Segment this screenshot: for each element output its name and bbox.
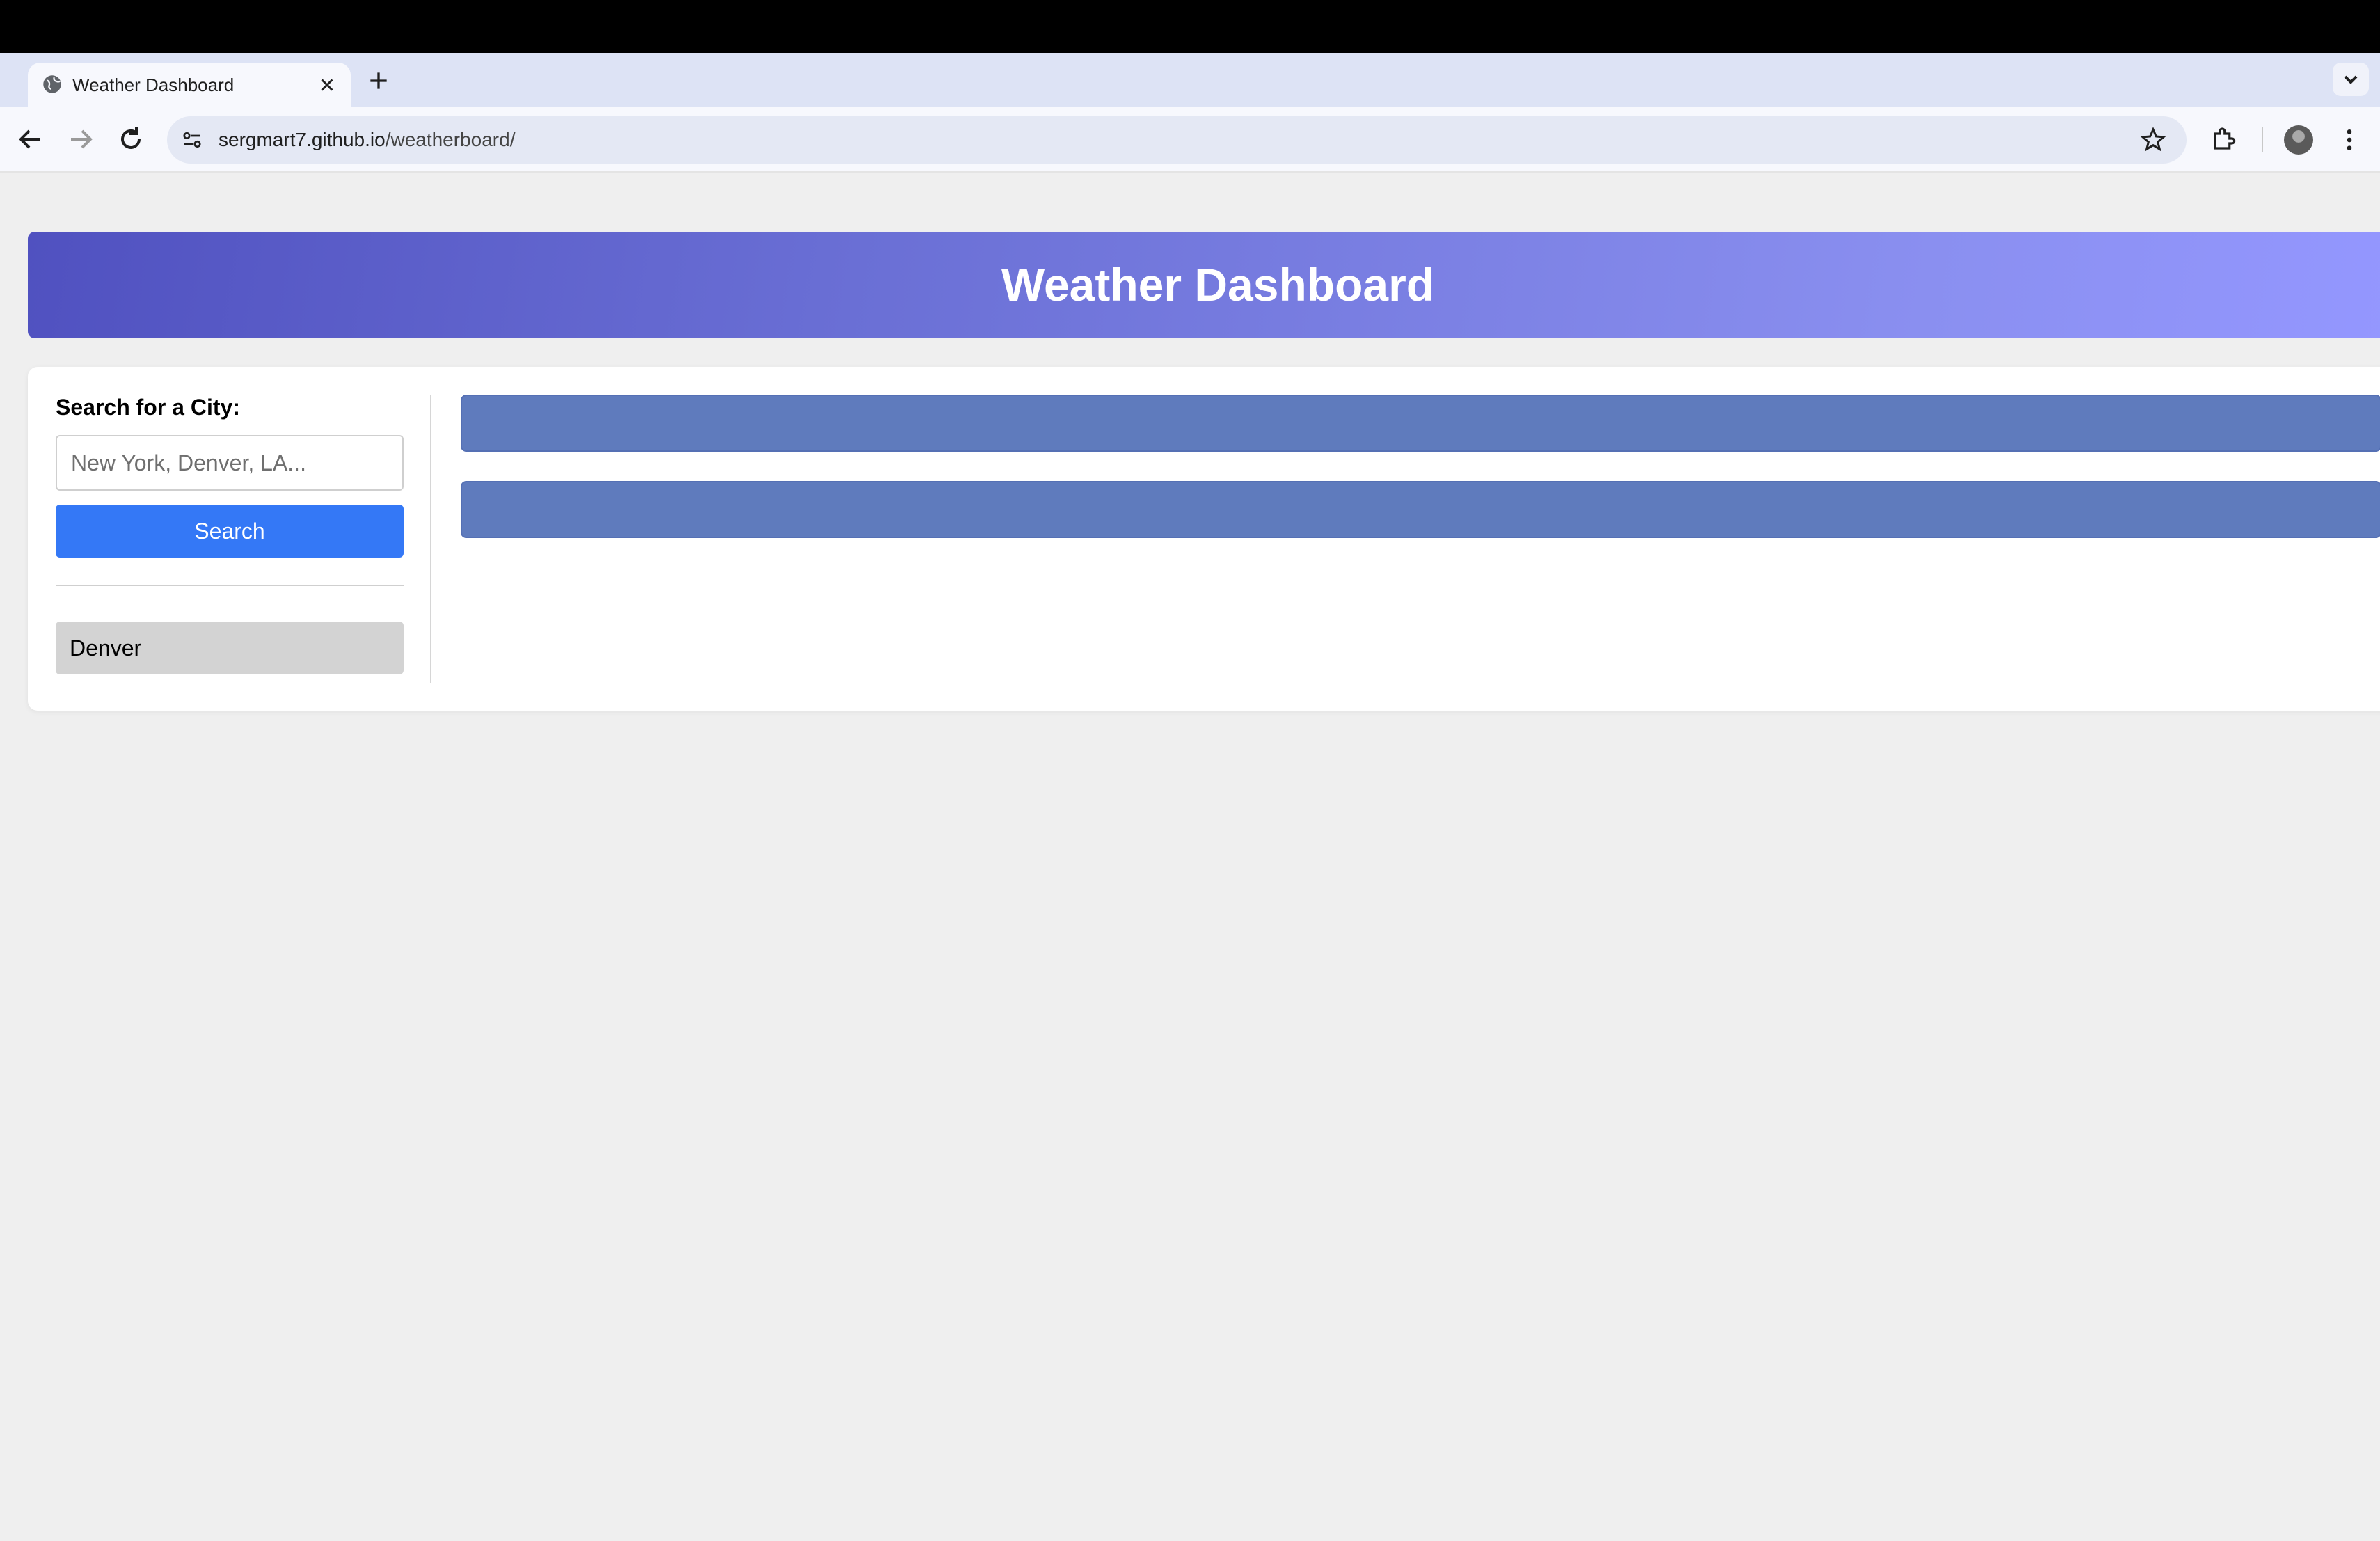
site-settings-icon[interactable]: [180, 127, 205, 152]
os-top-bar: [0, 0, 2380, 53]
column-divider: [430, 395, 431, 683]
forecast-panel: [461, 481, 2380, 538]
tab-title: Weather Dashboard: [72, 74, 235, 95]
plus-icon[interactable]: [365, 67, 392, 95]
tab-search-button[interactable]: [2333, 63, 2369, 96]
url-text: sergmart7.github.io/weatherboard/: [219, 116, 515, 164]
url-path: /weatherboard/: [385, 129, 516, 150]
more-vert-icon[interactable]: [2335, 125, 2363, 155]
history-item-denver[interactable]: Denver: [56, 622, 404, 674]
reload-icon[interactable]: [114, 123, 148, 156]
close-icon[interactable]: [315, 72, 340, 97]
search-button[interactable]: Search: [56, 505, 404, 558]
page-title: Weather Dashboard: [1001, 259, 1435, 310]
tab-strip: Weather Dashboard: [0, 53, 2380, 107]
search-input[interactable]: [56, 435, 404, 491]
extensions-icon[interactable]: [2209, 124, 2238, 153]
search-label: Search for a City:: [56, 395, 240, 420]
sidebar-divider-line: [56, 585, 404, 586]
avatar[interactable]: [2284, 125, 2313, 155]
dashboard-card: Search for a City: Search Denver: [28, 367, 2380, 711]
forward-icon[interactable]: [64, 123, 97, 156]
back-icon[interactable]: [14, 123, 47, 156]
globe-icon: [43, 75, 61, 93]
url-host: sergmart7.github.io: [219, 129, 386, 150]
chevron-down-icon: [2344, 75, 2358, 84]
browser-tab[interactable]: Weather Dashboard: [28, 63, 351, 107]
star-icon[interactable]: [2139, 126, 2167, 154]
address-bar[interactable]: sergmart7.github.io/weatherboard/: [167, 116, 2187, 164]
current-weather-panel: [461, 395, 2380, 452]
page-header: Weather Dashboard: [28, 232, 2380, 338]
toolbar-separator: [2262, 127, 2263, 152]
